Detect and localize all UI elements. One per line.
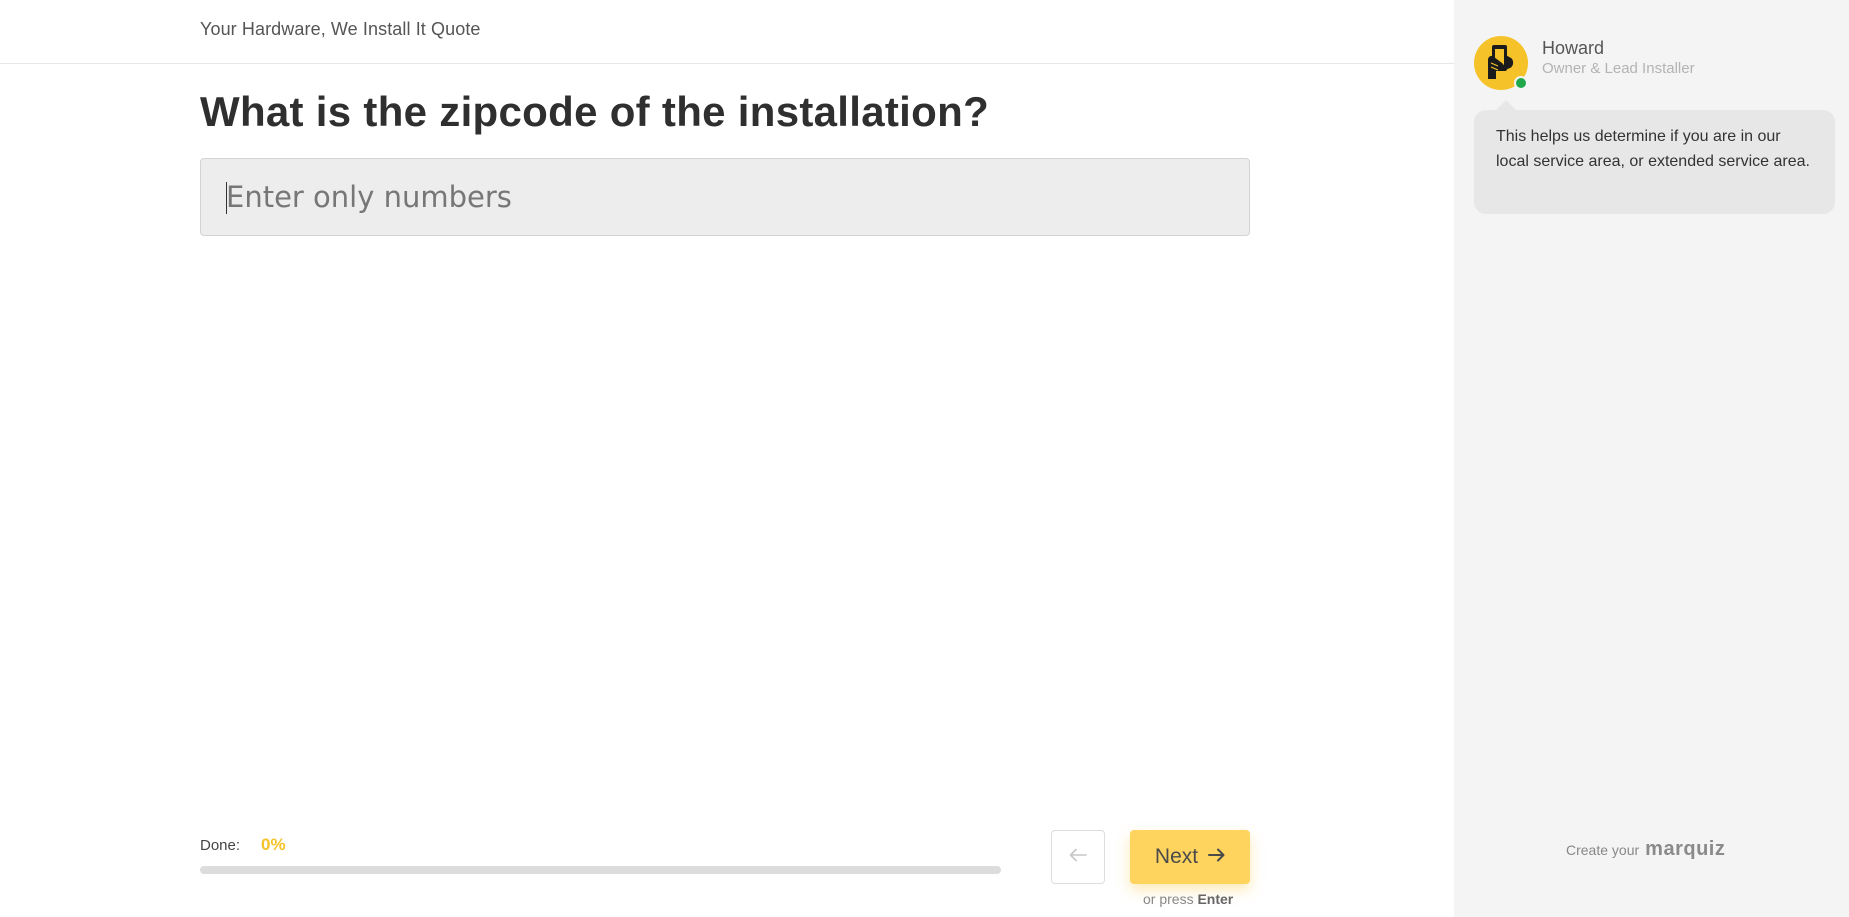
top-bar: Your Hardware, We Install It Quote <box>0 0 1454 64</box>
marquiz-logo: marquiz <box>1645 838 1726 860</box>
assistant-name: Howard <box>1542 38 1605 58</box>
online-status-dot <box>1514 76 1528 90</box>
quiz-page: Your Hardware, We Install It Quote What … <box>0 0 1849 917</box>
main-area: Your Hardware, We Install It Quote What … <box>0 0 1454 917</box>
progress-value: 0% <box>261 835 286 854</box>
zipcode-field[interactable] <box>200 158 1250 236</box>
assistant-panel: Howard Owner & Lead Installer This helps… <box>1454 0 1849 917</box>
next-button-label: Next <box>1154 845 1199 868</box>
enter-hint: or press Enter <box>1143 891 1233 907</box>
zipcode-input[interactable] <box>201 159 1249 235</box>
arrow-left-icon <box>1069 848 1087 867</box>
assistant-message-bubble: This helps us determine if you are in ou… <box>1474 100 1835 214</box>
enter-hint-prefix: or press <box>1143 891 1194 907</box>
arrow-right-icon <box>1208 848 1225 867</box>
assistant-message-text: This helps us determine if you are in ou… <box>1496 128 1810 170</box>
progress-label: Done: <box>200 837 241 854</box>
progress-bar <box>200 866 1001 874</box>
branding-prefix: Create your <box>1566 842 1640 858</box>
next-button[interactable]: Next <box>1130 830 1250 884</box>
question-title: What is the zipcode of the installation? <box>200 88 990 135</box>
quiz-title: Your Hardware, We Install It Quote <box>200 19 481 39</box>
back-button[interactable] <box>1051 830 1105 884</box>
avatar <box>1474 36 1528 90</box>
assistant-role: Owner & Lead Installer <box>1542 60 1695 77</box>
enter-hint-key: Enter <box>1197 891 1234 907</box>
branding-link[interactable]: Create your marquiz <box>1566 838 1725 861</box>
